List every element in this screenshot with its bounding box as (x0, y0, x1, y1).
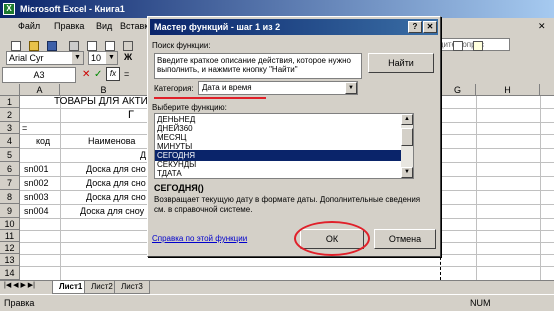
list-item[interactable]: ТДАТА (155, 168, 401, 178)
row-header-7[interactable]: 7 (0, 176, 20, 190)
cell-b2[interactable]: Г (128, 108, 134, 122)
row-header-11[interactable]: 11 (0, 230, 20, 242)
status-num: NUM (470, 298, 491, 308)
help-icon[interactable]: ? (408, 21, 422, 33)
cell-b5[interactable]: Д (140, 149, 146, 161)
row-header-2[interactable]: 2 (0, 108, 20, 122)
close-icon[interactable]: ✕ (423, 21, 437, 33)
cancel-formula-icon[interactable]: ✕ (82, 69, 90, 80)
column-header-b[interactable]: B (60, 84, 148, 96)
function-list[interactable]: ДЕНЬНЕД ДНЕЙ360 МЕСЯЦ МИНУТЫ СЕГОДНЯ СЕК… (154, 113, 414, 179)
menu-view[interactable]: Вид (96, 18, 112, 34)
cell-b6[interactable]: Доска для сно (86, 163, 148, 175)
column-header-g[interactable]: G (440, 84, 476, 96)
highlight-circle (294, 221, 370, 256)
row-header-5[interactable]: 5 (0, 148, 20, 162)
cell-b7[interactable]: Доска для сно (86, 177, 148, 189)
bold-button[interactable]: Ж (124, 52, 132, 62)
confirm-formula-icon[interactable]: ✓ (94, 69, 102, 80)
selected-function-name: СЕГОДНЯ() (154, 183, 204, 193)
cancel-button[interactable]: Отмена (374, 229, 436, 249)
function-wizard-dialog: Мастер функций - шаг 1 из 2 ? ✕ Поиск фу… (147, 16, 441, 257)
cell-a6[interactable]: sn001 (24, 163, 49, 175)
formula-content[interactable]: = (124, 69, 129, 79)
cell-b9[interactable]: Доска для сноу (80, 205, 148, 217)
cell-a9[interactable]: sn004 (24, 205, 49, 217)
cell-b8[interactable]: Доска для сно (86, 191, 148, 203)
cell-a7[interactable]: sn002 (24, 177, 49, 189)
tab-scroll-icon[interactable]: |◀ ◀ ▶ ▶| (4, 281, 35, 289)
cell-a1[interactable]: ТОВАРЫ ДЛЯ АКТИВ (54, 96, 148, 108)
row-header-9[interactable]: 9 (0, 204, 20, 218)
row-header-3[interactable]: 3 (0, 122, 20, 134)
function-help-link[interactable]: Справка по этой функции (152, 234, 247, 243)
search-input[interactable]: Введите краткое описание действия, котор… (154, 53, 362, 79)
close-icon[interactable]: ✕ (538, 18, 546, 34)
search-label: Поиск функции: (152, 41, 211, 50)
row-header-13[interactable]: 13 (0, 254, 20, 266)
function-description: Возвращает текущую дату в формате даты. … (154, 195, 421, 214)
cell-a8[interactable]: sn003 (24, 191, 49, 203)
column-header-edge (540, 84, 554, 96)
status-mode: Правка (4, 298, 35, 308)
category-underline-mark (154, 97, 266, 99)
choose-function-label: Выберите функцию: (152, 103, 227, 112)
insert-function-icon[interactable]: fx (106, 67, 120, 81)
list-scrollbar[interactable]: ▲ ▼ (401, 114, 413, 178)
scroll-thumb[interactable] (401, 128, 413, 146)
row-header-10[interactable]: 10 (0, 218, 20, 230)
font-size-combo[interactable]: 10 ▼ (88, 51, 118, 65)
menu-file[interactable]: Файл (18, 18, 40, 34)
dialog-title-bar: Мастер функций - шаг 1 из 2 ? ✕ (150, 19, 438, 35)
row-header-4[interactable]: 4 (0, 134, 20, 148)
menu-edit[interactable]: Правка (54, 18, 84, 34)
row-header-1[interactable]: 1 (0, 96, 20, 108)
column-header-h[interactable]: H (476, 84, 540, 96)
find-button[interactable]: Найти (368, 53, 434, 73)
row-header-12[interactable]: 12 (0, 242, 20, 254)
window-title: Microsoft Excel - Книга1 (20, 4, 125, 14)
scroll-up-icon[interactable]: ▲ (401, 114, 413, 125)
row-header-8[interactable]: 8 (0, 190, 20, 204)
scroll-down-icon[interactable]: ▼ (401, 167, 413, 178)
status-bar: Правка NUM (0, 294, 554, 311)
cell-a3[interactable]: = (22, 122, 27, 134)
sheet-tabs-bar: |◀ ◀ ▶ ▶| Лист1 Лист2 Лист3 (0, 280, 554, 294)
tab-sheet3[interactable]: Лист3 (114, 281, 150, 294)
dialog-title: Мастер функций - шаг 1 из 2 (154, 22, 281, 32)
row-header-6[interactable]: 6 (0, 162, 20, 176)
font-name-combo[interactable]: Arial Cyr ▼ (6, 51, 84, 65)
category-select[interactable]: Дата и время ▼ (198, 81, 358, 95)
column-header-a[interactable]: A (20, 84, 60, 96)
select-all-corner[interactable] (0, 84, 20, 96)
cell-b4[interactable]: Наименова (88, 135, 148, 147)
cell-a4[interactable]: код (36, 135, 50, 147)
excel-app-icon: X (3, 3, 15, 15)
category-label: Категория: (154, 84, 194, 93)
row-header-14[interactable]: 14 (0, 266, 20, 280)
name-box[interactable]: А3 (2, 67, 76, 83)
chevron-down-icon[interactable]: ▼ (345, 82, 357, 94)
